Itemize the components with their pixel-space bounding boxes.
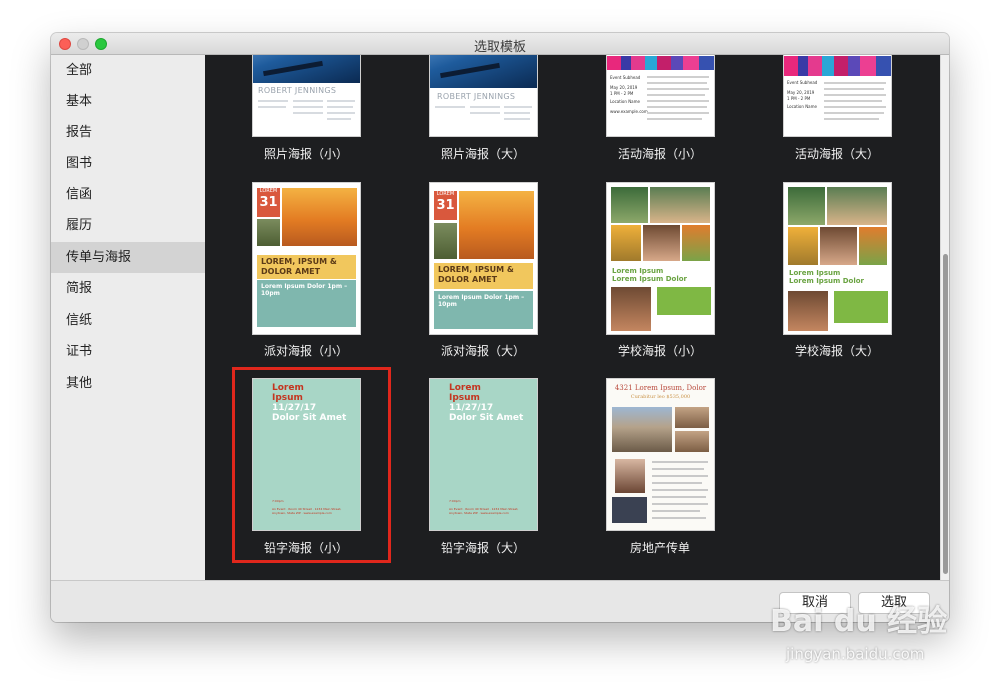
real-estate-price: Curabitur leo $535,000	[630, 394, 691, 400]
title-bar: 选取模板	[51, 33, 949, 55]
school-photo-grid	[607, 183, 714, 265]
gallery-scrollbar[interactable]	[940, 55, 949, 580]
template-thumb-photo-large[interactable]: ROBERT JENNINGS	[429, 55, 538, 137]
dialog-footer: 取消 选取	[51, 580, 949, 622]
event-subhead-text: Event Subhead	[610, 75, 641, 80]
template-label-party-large: 派对海报（大）	[440, 344, 525, 358]
party-headline: LOREM, IPSUM & DOLOR AMET	[434, 263, 533, 289]
event-time-text: 1 PM - 2 PM	[610, 91, 634, 96]
party-beach-image	[282, 188, 357, 246]
template-label-photo-large: 照片海报（大）	[440, 147, 525, 161]
photo-image	[253, 55, 360, 83]
template-thumb-event-small[interactable]: Event Subhead May 20, 2019 1 PM - 2 PM L…	[606, 55, 715, 137]
window-title: 选取模板	[473, 40, 526, 55]
template-thumb-photo-small[interactable]: ROBERT JENNINGS	[252, 55, 361, 137]
photo-image	[430, 55, 537, 88]
event-date-text: May 20, 2019	[787, 90, 815, 95]
template-label-photo-small: 照片海报（小）	[263, 147, 348, 161]
template-label-pencil-large: 铅字海报（大）	[440, 541, 525, 555]
pencil-line-3: 11/27/17	[449, 403, 494, 413]
photo-name-text: ROBERT JENNINGS	[258, 86, 337, 95]
party-palm-image	[434, 223, 457, 259]
party-time-text: Lorem Ipsum Dolor 1pm – 10pm	[434, 291, 533, 329]
event-date-text: May 20, 2019	[610, 85, 638, 90]
school-title: Lorem Ipsum Lorem Ipsum Dolor	[789, 269, 864, 285]
sidebar-item-stationery[interactable]: 信纸	[51, 305, 205, 336]
template-label-event-large: 活动海报（大）	[794, 147, 879, 161]
pencil-line-2: Ipsum	[449, 393, 480, 403]
pencil-address: An Event · Room 40 Street · 1234 Main St…	[449, 507, 519, 515]
cancel-button[interactable]: 取消	[779, 592, 851, 614]
event-time-text: 1 PM - 2 PM	[787, 96, 811, 101]
event-location-text: Location Name	[787, 104, 817, 109]
template-thumb-party-large[interactable]: LOREM 31 LOREM, IPSUM & DOLOR AMET Lorem…	[429, 182, 538, 335]
photo-name-text: ROBERT JENNINGS	[437, 92, 516, 101]
template-label-party-small: 派对海报（小）	[263, 344, 348, 358]
agent-contact-box	[612, 497, 647, 523]
event-color-bars	[607, 56, 714, 70]
agent-photo	[615, 459, 645, 493]
party-date-block: LOREM 31	[434, 191, 457, 220]
template-thumb-school-small[interactable]: Lorem Ipsum Lorem Ipsum Dolor	[606, 182, 715, 335]
house-photo	[612, 407, 672, 452]
party-headline: LOREM, IPSUM & DOLOR AMET	[257, 255, 356, 279]
sidebar-item-letters[interactable]: 信函	[51, 179, 205, 210]
template-label-event-small: 活动海报（小）	[617, 147, 702, 161]
interior-photo	[675, 431, 709, 452]
party-date-block: LOREM 31	[257, 188, 280, 217]
pencil-time: 7:00pm	[449, 499, 461, 503]
template-chooser-window: 选取模板 全部 基本 报告 图书 信函 履历 传单与海报 简报 信纸 证书 其他…	[51, 33, 949, 622]
template-thumb-event-large[interactable]: Event Subhead May 20, 2019 1 PM - 2 PM L…	[783, 55, 892, 137]
category-sidebar: 全部 基本 报告 图书 信函 履历 传单与海报 简报 信纸 证书 其他	[51, 55, 205, 580]
party-palm-image	[257, 219, 280, 246]
sidebar-item-books[interactable]: 图书	[51, 148, 205, 179]
template-thumb-party-small[interactable]: LOREM 31 LOREM, IPSUM & DOLOR AMET Lorem…	[252, 182, 361, 335]
school-child-image	[611, 287, 651, 331]
template-label-school-small: 学校海报（小）	[617, 344, 702, 358]
choose-button[interactable]: 选取	[858, 592, 930, 614]
watermark-url: jingyan.baidu.com	[786, 645, 925, 663]
party-time-text: Lorem Ipsum Dolor 1pm – 10pm	[257, 280, 356, 327]
school-info-box	[834, 291, 888, 323]
school-info-box	[657, 287, 711, 315]
sidebar-item-resumes[interactable]: 履历	[51, 210, 205, 241]
sidebar-item-all[interactable]: 全部	[51, 55, 205, 86]
pencil-line-1: Lorem	[449, 383, 481, 393]
template-label-school-large: 学校海报（大）	[794, 344, 879, 358]
template-thumb-pencil-large[interactable]: Lorem Ipsum 11/27/17 Dolor Sit Amet 7:00…	[429, 378, 538, 531]
sidebar-item-basic[interactable]: 基本	[51, 86, 205, 117]
school-child-image	[788, 291, 828, 331]
interior-photo	[675, 407, 709, 428]
event-color-bars	[784, 56, 891, 76]
party-beach-image	[459, 191, 534, 259]
scrollbar-thumb[interactable]	[943, 254, 948, 574]
real-estate-title: 4321 Lorem Ipsum, Dolor	[614, 384, 707, 392]
selected-template-highlight	[232, 367, 391, 563]
template-label-real-estate: 房地产传单	[629, 541, 690, 555]
sidebar-item-reports[interactable]: 报告	[51, 117, 205, 148]
pencil-line-4: Dolor Sit Amet	[449, 413, 524, 423]
sidebar-item-newsletters[interactable]: 简报	[51, 273, 205, 304]
school-photo-grid	[784, 183, 891, 265]
event-url-text: www.example.com	[610, 109, 648, 114]
template-thumb-school-large[interactable]: Lorem Ipsum Lorem Ipsum Dolor	[783, 182, 892, 335]
sidebar-item-other[interactable]: 其他	[51, 368, 205, 399]
school-title: Lorem Ipsum Lorem Ipsum Dolor	[612, 267, 687, 283]
sidebar-item-certificates[interactable]: 证书	[51, 336, 205, 367]
sidebar-item-flyers-posters[interactable]: 传单与海报	[51, 242, 205, 273]
template-thumb-real-estate[interactable]: 4321 Lorem Ipsum, Dolor Curabitur leo $5…	[606, 378, 715, 531]
event-location-text: Location Name	[610, 99, 640, 104]
event-subhead-text: Event Subhead	[787, 80, 818, 85]
